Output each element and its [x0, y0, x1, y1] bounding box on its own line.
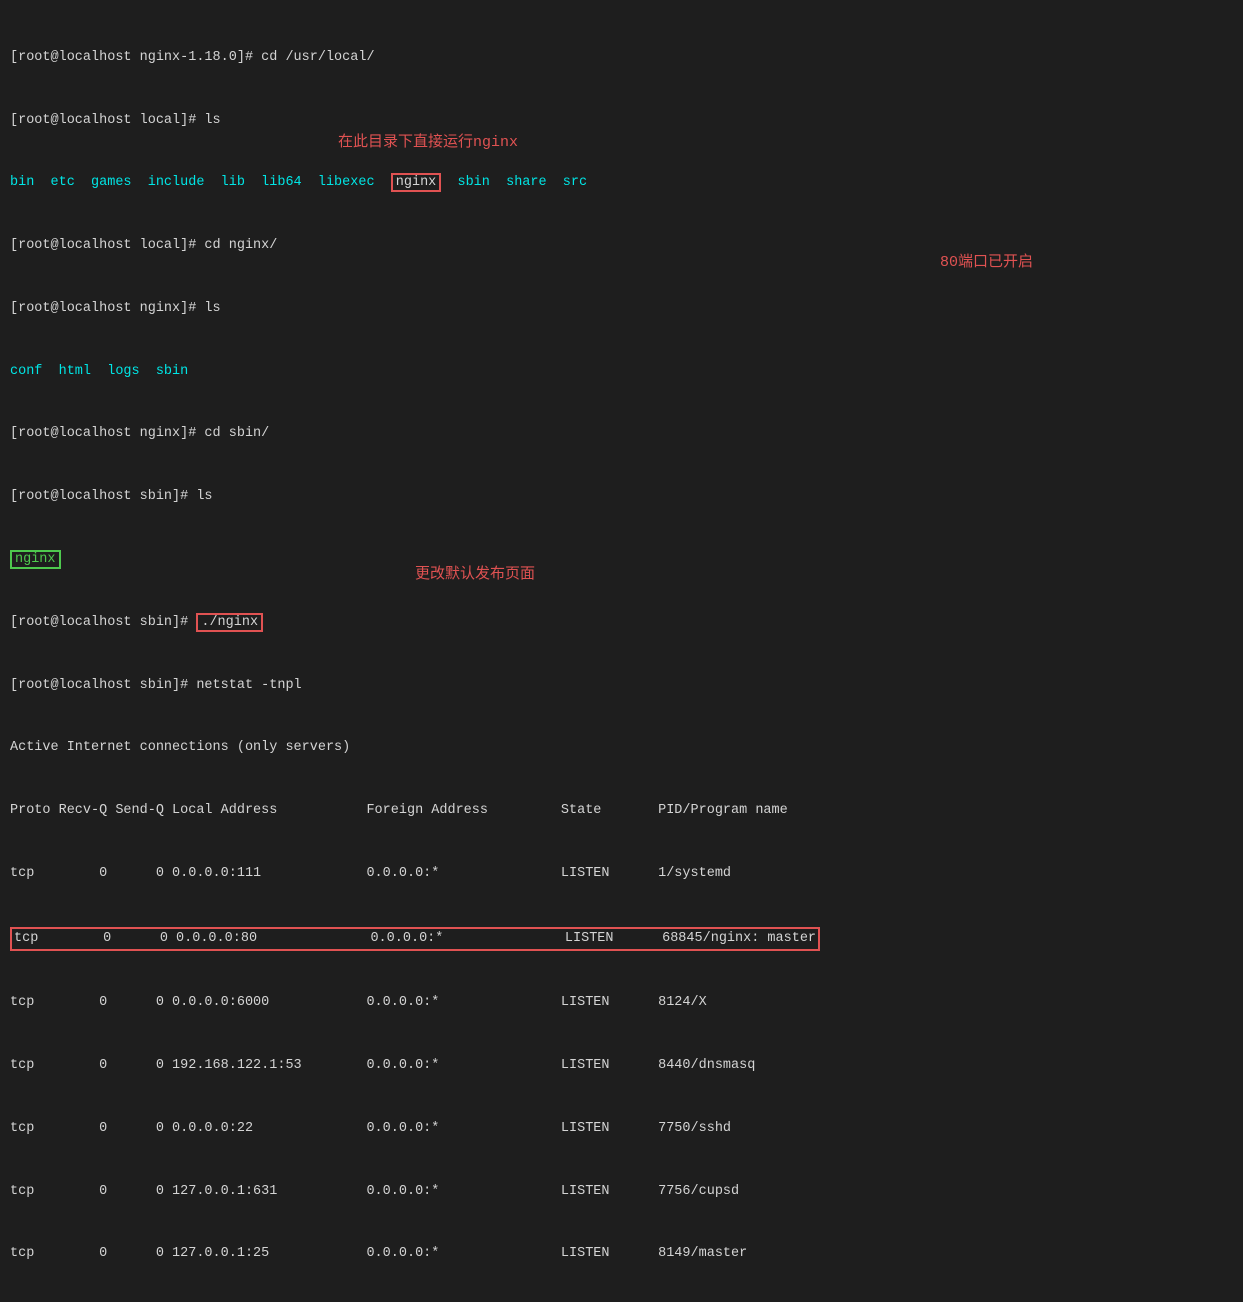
- run-nginx-cmd: ./nginx: [196, 613, 263, 632]
- line-17: tcp 0 0 192.168.122.1:53 0.0.0.0:* LISTE…: [10, 1056, 1233, 1077]
- line-12: Active Internet connections (only server…: [10, 738, 1233, 759]
- annotation-run-nginx: 在此目录下直接运行nginx: [338, 130, 518, 151]
- line-8: [root@localhost sbin]# ls: [10, 487, 1233, 508]
- port80-row: tcp 0 0 0.0.0.0:80 0.0.0.0:* LISTEN 6884…: [10, 927, 820, 952]
- line-2: [root@localhost local]# ls: [10, 111, 1233, 132]
- line-11: [root@localhost sbin]# netstat -tnpl: [10, 676, 1233, 697]
- line-7: [root@localhost nginx]# cd sbin/: [10, 424, 1233, 445]
- line-3: bin etc games include lib lib64 libexec …: [10, 173, 1233, 194]
- line-14: tcp 0 0 0.0.0.0:111 0.0.0.0:* LISTEN 1/s…: [10, 864, 1233, 885]
- annotation-port80: 80端口已开启: [940, 250, 1033, 271]
- line-1: [root@localhost nginx-1.18.0]# cd /usr/l…: [10, 48, 1233, 69]
- line-15: tcp 0 0 0.0.0.0:80 0.0.0.0:* LISTEN 6884…: [10, 927, 1233, 952]
- nginx-highlighted: nginx: [391, 173, 442, 192]
- line-19: tcp 0 0 127.0.0.1:631 0.0.0.0:* LISTEN 7…: [10, 1182, 1233, 1203]
- line-13: Proto Recv-Q Send-Q Local Address Foreig…: [10, 801, 1233, 822]
- annotation-change-page: 更改默认发布页面: [415, 562, 535, 583]
- nginx-green-box: nginx: [10, 550, 61, 569]
- line-16: tcp 0 0 0.0.0.0:6000 0.0.0.0:* LISTEN 81…: [10, 993, 1233, 1014]
- line-20: tcp 0 0 127.0.0.1:25 0.0.0.0:* LISTEN 81…: [10, 1244, 1233, 1265]
- terminal-window: [root@localhost nginx-1.18.0]# cd /usr/l…: [0, 0, 1243, 1302]
- line-18: tcp 0 0 0.0.0.0:22 0.0.0.0:* LISTEN 7750…: [10, 1119, 1233, 1140]
- line-5: [root@localhost nginx]# ls: [10, 299, 1233, 320]
- line-9: nginx: [10, 550, 1233, 571]
- line-10: [root@localhost sbin]# ./nginx: [10, 613, 1233, 634]
- line-6: conf html logs sbin: [10, 362, 1233, 383]
- line-4: [root@localhost local]# cd nginx/: [10, 236, 1233, 257]
